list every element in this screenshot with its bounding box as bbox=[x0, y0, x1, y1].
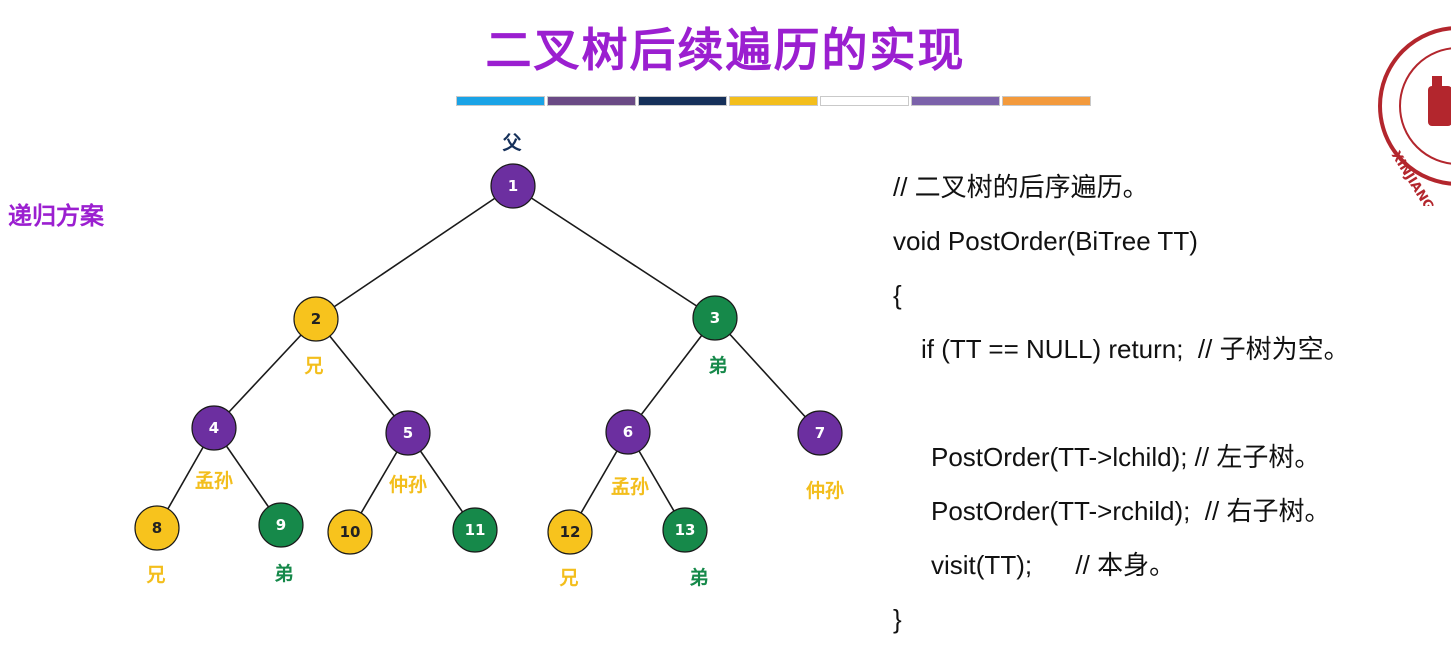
tree-node-number: 12 bbox=[560, 523, 581, 541]
code-close-brace: } bbox=[893, 604, 902, 634]
code-block: // 二叉树的后序遍历。 void PostOrder(BiTree TT) {… bbox=[893, 160, 1350, 646]
tree-node-number: 10 bbox=[340, 523, 361, 541]
code-comment-line: // 二叉树的后序遍历。 bbox=[893, 172, 1149, 202]
tree-node-number: 3 bbox=[710, 309, 720, 327]
parent-label: 父 bbox=[501, 132, 522, 154]
code-right-call-line: PostOrder(TT->rchild); // 右子树。 bbox=[931, 496, 1331, 526]
tree-node-number: 5 bbox=[403, 424, 413, 442]
tree-node-number: 7 bbox=[815, 424, 825, 442]
relation-label: 弟 bbox=[689, 566, 708, 589]
binary-tree-diagram: 12 34 5 6 78 9 10 11 12 13 父 兄弟孟孙 仲孙 孟孙 仲孙兄弟兄弟 bbox=[134, 132, 844, 589]
tree-node-number: 1 bbox=[508, 177, 518, 195]
tree-node-number: 11 bbox=[465, 521, 486, 539]
tree-edge bbox=[512, 185, 716, 319]
color-swatch bbox=[911, 96, 1000, 106]
relation-label: 孟孙 bbox=[611, 476, 649, 498]
relation-label: 兄 bbox=[558, 567, 578, 589]
tree-node-number: 4 bbox=[209, 419, 219, 437]
relation-label: 兄 bbox=[145, 564, 165, 586]
relation-label: 孟孙 bbox=[195, 470, 233, 492]
tree-node-number: 2 bbox=[311, 310, 321, 328]
code-null-check-line: if (TT == NULL) return; // 子树为空。 bbox=[921, 334, 1350, 364]
relation-label: 仲孙 bbox=[806, 479, 844, 502]
tree-node-number: 9 bbox=[276, 516, 286, 534]
color-swatch bbox=[1002, 96, 1091, 106]
tree-edge bbox=[315, 185, 514, 320]
tree-node-number: 13 bbox=[675, 521, 696, 539]
relation-label: 弟 bbox=[274, 562, 293, 585]
code-signature-line: void PostOrder(BiTree TT) bbox=[893, 226, 1198, 256]
tree-node-number: 8 bbox=[152, 519, 162, 537]
relation-label: 兄 bbox=[303, 355, 323, 377]
code-open-brace: { bbox=[893, 280, 902, 310]
university-seal-logo: XINJIANG bbox=[1378, 26, 1451, 206]
code-visit-line: visit(TT); // 本身。 bbox=[931, 550, 1176, 580]
code-left-call-line: PostOrder(TT->lchild); // 左子树。 bbox=[931, 442, 1321, 472]
relation-label: 弟 bbox=[708, 354, 727, 377]
tree-edge bbox=[714, 317, 821, 434]
relation-label: 仲孙 bbox=[389, 473, 427, 496]
tree-node-number: 6 bbox=[623, 423, 633, 441]
